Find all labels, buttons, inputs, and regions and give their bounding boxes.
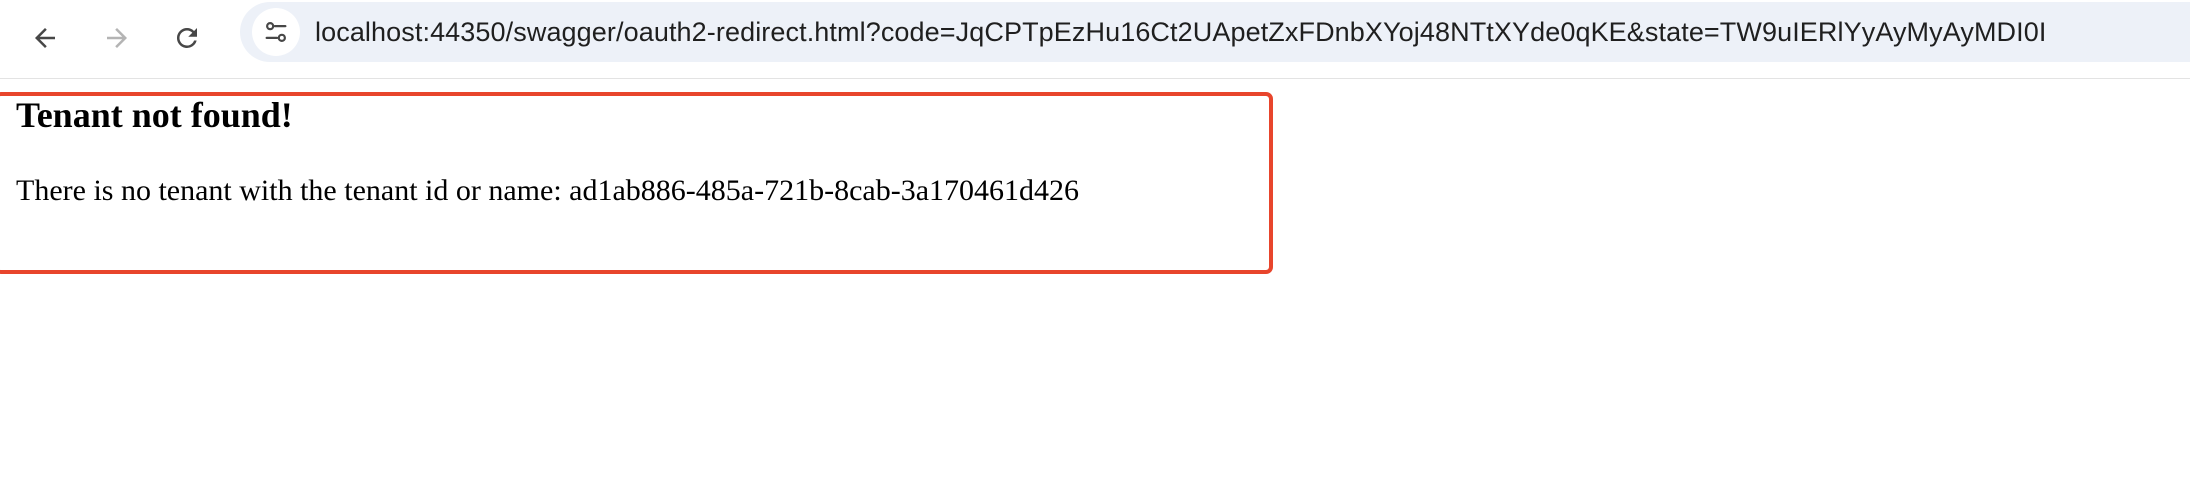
error-title: Tenant not found! — [16, 95, 293, 135]
address-bar[interactable]: localhost:44350/swagger/oauth2-redirect.… — [240, 2, 2190, 62]
reload-button[interactable] — [159, 10, 215, 66]
error-message: There is no tenant with the tenant id or… — [16, 174, 1080, 207]
url-text[interactable]: localhost:44350/swagger/oauth2-redirect.… — [315, 2, 2046, 62]
back-button[interactable] — [17, 10, 73, 66]
browser-toolbar: localhost:44350/swagger/oauth2-redirect.… — [0, 0, 2190, 79]
arrow-right-icon — [107, 28, 127, 48]
tune-icon — [265, 22, 287, 42]
forward-button[interactable] — [89, 10, 145, 66]
arrow-left-icon — [35, 28, 55, 48]
site-info-button[interactable] — [252, 8, 300, 56]
reload-icon — [176, 27, 197, 48]
